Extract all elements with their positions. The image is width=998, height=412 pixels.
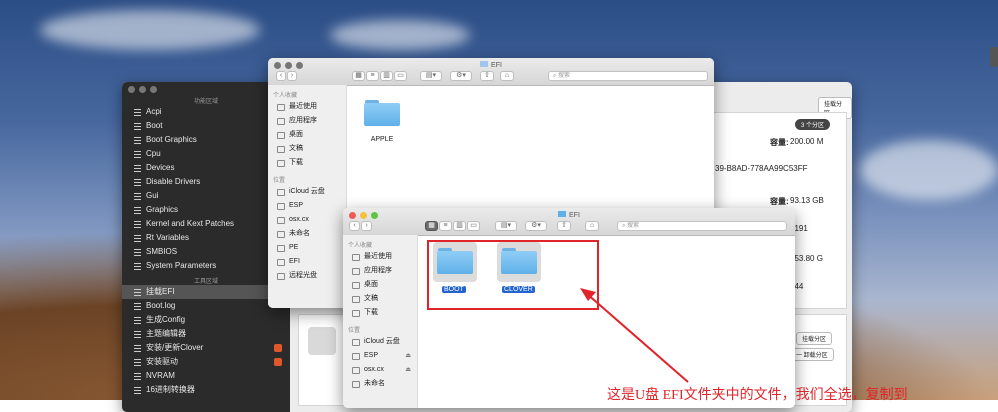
annotation-text: 这是U盘 EFI文件夹中的文件，我们全选，复制到 xyxy=(607,388,908,403)
annotation-arrow xyxy=(580,288,689,383)
side-menu-icon xyxy=(990,47,998,67)
